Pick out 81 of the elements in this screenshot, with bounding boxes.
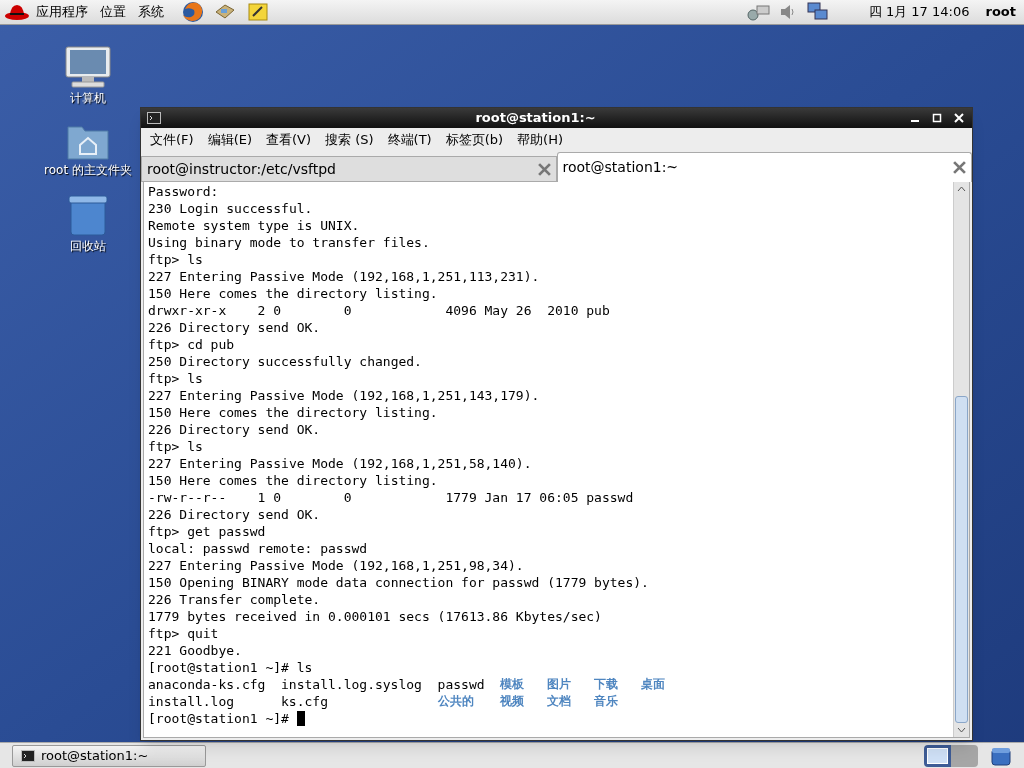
panel-menu[interactable]: 系统 [132,0,170,24]
terminal-line: 226 Transfer complete. [148,591,321,608]
menu-item[interactable]: 帮助(H) [512,130,568,150]
tab-label: root@station1:~ [562,158,680,177]
menu-item[interactable]: 查看(V) [261,130,317,150]
computer-icon [64,45,112,89]
clock[interactable]: 四 1月 17 14:06 [868,2,970,22]
tab-label: root@instructor:/etc/vsftpd [147,159,337,179]
terminal-line: ftp> ls [148,251,203,268]
file-name: anaconda-ks.cfg [148,676,266,693]
desktop-icon-label[interactable]: 计算机 [70,89,106,107]
terminal-line: 150 Opening BINARY mode data connection for passwd (1779 bytes). [148,574,649,591]
terminal-line: 227 Entering Passive Mode (192,168,1,251,98,34). [148,557,524,574]
terminal-icon [21,749,35,762]
directory-name: 公共的 [437,693,474,710]
terminal-line: [root@station1 ~]# [148,710,290,727]
taskbar-label: root@station1:~ [41,746,149,765]
menu-item[interactable]: 编辑(E) [202,130,257,150]
scroll-thumb[interactable] [955,396,968,723]
terminal-line: ftp> quit [148,625,219,642]
terminal-line: 150 Here comes the directory listing. [148,404,438,421]
menu-item[interactable]: 文件(F) [145,130,199,150]
terminal-line: Remote system type is UNIX. [148,217,360,234]
browser-icon[interactable] [182,1,204,23]
file-name: ks.cfg [281,693,328,710]
terminal-line: 227 Entering Passive Mode (192,168,1,251,113,231). [148,268,540,285]
terminal-line: 250 Directory successfully changed. [148,353,422,370]
directory-name: 视频 [500,693,525,710]
taskbar-button[interactable]: root@station1:~ [12,744,206,767]
terminal-line: local: passwd remote: passwd [148,540,368,557]
terminal-line: ftp> ls [148,438,203,455]
terminal-line: Password: [148,183,219,200]
directory-name: 图片 [547,676,572,693]
user-name[interactable]: root [985,2,1016,22]
terminal-icon [147,112,161,124]
terminal-line: 221 Goodbye. [148,642,242,659]
terminal-line: -rw-r--r-- 1 0 0 1779 Jan 17 06:05 passwd [148,489,634,506]
menu-item[interactable]: 终端(T) [382,130,437,150]
terminal-line: 226 Directory send OK. [148,421,321,438]
desktop-icon-label[interactable]: root 的主文件夹 [44,161,132,179]
terminal-line: ftp> ls [148,370,203,387]
hat-logo-icon[interactable] [4,2,30,22]
network-icon[interactable] [746,2,771,22]
directory-name: 模板 [500,676,525,693]
trash-icon [67,193,109,237]
panel-menu[interactable]: 位置 [94,0,132,24]
terminal-line: 230 Login successful. [148,200,313,217]
file-name: install.log.syslog [281,676,422,693]
terminal-line: 150 Here comes the directory listing. [148,472,438,489]
terminal-line: 227 Entering Passive Mode (192,168,1,251,143,179). [148,387,540,404]
cursor [296,711,305,726]
tab[interactable]: root@instructor:/etc/vsftpd [141,156,557,182]
desktop-icon-label[interactable]: 回收站 [70,237,106,255]
computers-icon[interactable] [806,2,829,22]
terminal-line: [root@station1 ~]# ls [148,659,313,676]
panel-menu[interactable]: 应用程序 [30,0,94,24]
directory-name: 桌面 [641,676,666,693]
directory-name: 文档 [547,693,572,710]
terminal-line: ftp> cd pub [148,336,235,353]
tab[interactable]: root@station1:~ [556,152,972,182]
terminal-line: ftp> get passwd [148,523,266,540]
notepad-icon[interactable] [248,2,268,22]
terminal-line: 1779 bytes received in 0.000101 secs (17613.86 Kbytes/sec) [148,608,602,625]
maximize-icon[interactable] [932,113,942,123]
file-name: passwd [437,676,485,693]
window-title: root@station1:~ [474,109,597,128]
menu-item[interactable]: 搜索 (S) [320,130,379,150]
file-name: install.log [148,693,235,710]
terminal-line: 150 Here comes the directory listing. [148,285,438,302]
scrollbar[interactable] [953,182,969,737]
trash-icon[interactable] [990,745,1012,766]
terminal-line: drwxr-xr-x 2 0 0 4096 May 26 2010 pub [148,302,610,319]
directory-name: 下载 [594,676,619,693]
menu-item[interactable]: 标签页(b) [440,130,509,150]
terminal-line: Using binary mode to transfer files. [148,234,430,251]
directory-name: 音乐 [594,693,619,710]
workspace[interactable] [924,744,951,767]
terminal-line: 226 Directory send OK. [148,319,321,336]
volume-icon[interactable] [778,3,797,21]
terminal-line: 226 Directory send OK. [148,506,321,523]
terminal-line: 227 Entering Passive Mode (192,168,1,251,58,140). [148,455,532,472]
